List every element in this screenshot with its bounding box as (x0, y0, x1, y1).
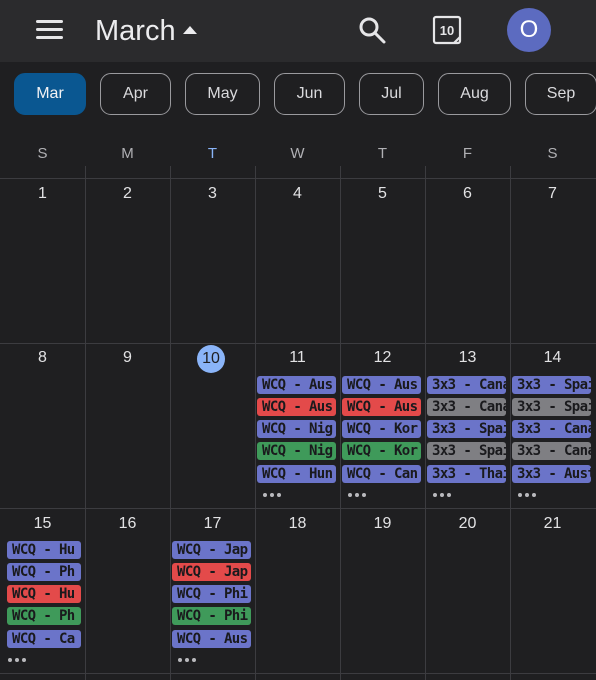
more-events-icon[interactable] (178, 656, 198, 664)
more-events-icon[interactable] (433, 491, 453, 499)
day-number[interactable]: 18 (255, 514, 340, 534)
event-chip[interactable]: WCQ - Hu (7, 585, 81, 603)
month-chip-jul[interactable]: Jul (359, 73, 424, 115)
grid-line (170, 166, 171, 680)
grid-line (0, 178, 596, 179)
today-date[interactable]: 10 (197, 345, 225, 373)
event-chip[interactable]: WCQ - Aus (342, 376, 421, 394)
weekday-fri: F (462, 145, 473, 162)
day-number[interactable]: 6 (425, 184, 510, 204)
event-chip[interactable]: 3x3 - Cana (512, 442, 591, 460)
day-number[interactable]: 4 (255, 184, 340, 204)
more-events-icon[interactable] (518, 491, 538, 499)
day-number[interactable]: 19 (340, 514, 425, 534)
grid-line (0, 343, 596, 344)
month-chip-jun[interactable]: Jun (274, 73, 345, 115)
event-chip[interactable]: WCQ - Aus (257, 398, 336, 416)
event-chip[interactable]: 3x3 - Cana (512, 420, 591, 438)
day-number[interactable]: 11 (255, 348, 340, 368)
caret-up-icon[interactable] (183, 26, 197, 34)
more-events-icon[interactable] (348, 491, 368, 499)
weekday-tue: T (207, 145, 218, 162)
event-chip[interactable]: WCQ - Jap (172, 563, 251, 581)
event-chip[interactable]: 3x3 - Spai (427, 442, 506, 460)
event-chip[interactable]: 3x3 - Thai (427, 465, 506, 483)
grid-line (510, 166, 511, 680)
month-chip-mar[interactable]: Mar (14, 73, 86, 115)
event-chip[interactable]: WCQ - Nig (257, 420, 336, 438)
day-number[interactable]: 7 (510, 184, 595, 204)
grid-line (255, 166, 256, 680)
menu-icon[interactable] (36, 20, 63, 40)
day-number[interactable]: 12 (340, 348, 425, 368)
more-events-icon[interactable] (8, 656, 28, 664)
event-chip[interactable]: WCQ - Kor (342, 442, 421, 460)
weekday-mon: M (121, 145, 134, 162)
weekday-wed: W (290, 145, 305, 162)
day-number[interactable]: 3 (170, 184, 255, 204)
app-bar: March 10 O (0, 0, 596, 62)
event-chip[interactable]: WCQ - Aus (257, 376, 336, 394)
grid-line (340, 166, 341, 680)
today-button[interactable]: 10 (431, 14, 463, 46)
grid-line (85, 166, 86, 680)
month-title[interactable]: March (95, 14, 176, 48)
day-number[interactable]: 2 (85, 184, 170, 204)
event-chip[interactable]: 3x3 - Spai (427, 420, 506, 438)
event-chip[interactable]: WCQ - Jap (172, 541, 251, 559)
event-chip[interactable]: WCQ - Hu (7, 541, 81, 559)
avatar[interactable]: O (507, 8, 551, 52)
day-number[interactable]: 16 (85, 514, 170, 534)
weekday-sat: S (547, 145, 558, 162)
grid-line (425, 166, 426, 680)
event-chip[interactable]: WCQ - Ph (7, 563, 81, 581)
event-chip[interactable]: WCQ - Phi (172, 585, 251, 603)
day-number[interactable]: 14 (510, 348, 595, 368)
search-icon[interactable] (358, 16, 386, 44)
event-chip[interactable]: WCQ - Nig (257, 442, 336, 460)
more-events-icon[interactable] (263, 491, 283, 499)
day-number[interactable]: 5 (340, 184, 425, 204)
event-chip[interactable]: WCQ - Can (342, 465, 421, 483)
day-number[interactable]: 8 (0, 348, 85, 368)
weekday-thu: T (377, 145, 388, 162)
event-chip[interactable]: WCQ - Kor (342, 420, 421, 438)
month-chip-apr[interactable]: Apr (100, 73, 171, 115)
weekday-sun: S (37, 145, 48, 162)
event-chip[interactable]: 3x3 - Spai (512, 398, 591, 416)
event-chip[interactable]: WCQ - Hun (257, 465, 336, 483)
event-chip[interactable]: WCQ - Aus (172, 630, 251, 648)
event-chip[interactable]: WCQ - Aus (342, 398, 421, 416)
event-chip[interactable]: 3x3 - Spai (512, 376, 591, 394)
event-chip[interactable]: WCQ - Ph (7, 607, 81, 625)
month-chip-sep[interactable]: Sep (525, 73, 596, 115)
grid-line (0, 673, 596, 674)
today-number: 10 (439, 23, 455, 38)
event-chip[interactable]: WCQ - Phi (172, 607, 251, 625)
event-chip[interactable]: 3x3 - Cana (427, 376, 506, 394)
day-number[interactable]: 1 (0, 184, 85, 204)
day-number[interactable]: 21 (510, 514, 595, 534)
day-number[interactable]: 13 (425, 348, 510, 368)
day-number[interactable]: 20 (425, 514, 510, 534)
event-chip[interactable]: 3x3 - Aust (512, 465, 591, 483)
month-chip-aug[interactable]: Aug (438, 73, 511, 115)
event-chip[interactable]: WCQ - Ca (7, 630, 81, 648)
event-chip[interactable]: 3x3 - Cana (427, 398, 506, 416)
month-chip-may[interactable]: May (185, 73, 260, 115)
grid-line (0, 508, 596, 509)
day-number[interactable]: 9 (85, 348, 170, 368)
month-selector: Mar Apr May Jun Jul Aug Sep (0, 62, 596, 128)
day-number[interactable]: 15 (0, 514, 85, 534)
day-number[interactable]: 17 (170, 514, 255, 534)
